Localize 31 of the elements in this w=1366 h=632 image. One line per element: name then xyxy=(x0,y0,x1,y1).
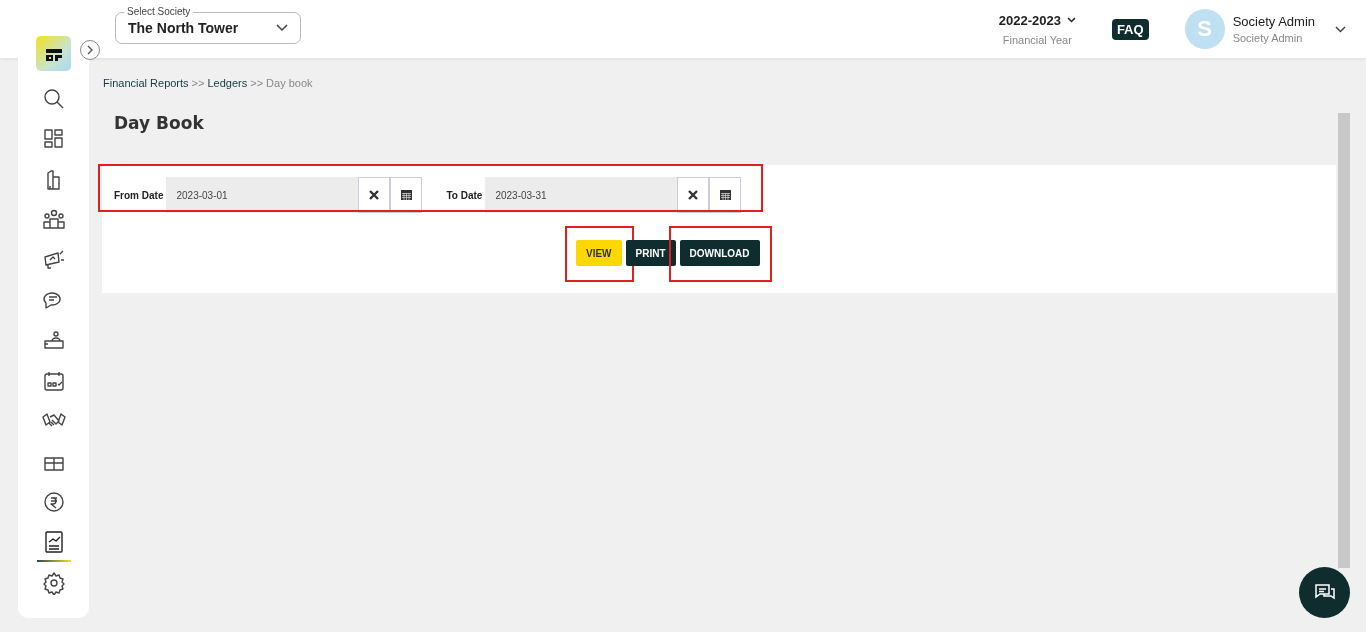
page-title: Day Book xyxy=(114,113,204,133)
calendar-icon[interactable] xyxy=(390,177,423,213)
date-field[interactable]: 2023-03-31 xyxy=(485,177,678,213)
breadcrumb-separator: >> xyxy=(250,77,264,89)
user-name: Society Admin xyxy=(1232,14,1315,29)
logo-icon[interactable] xyxy=(36,36,71,71)
breadcrumb-link[interactable]: Financial Reports xyxy=(103,77,189,89)
user-role: Society Admin xyxy=(1232,32,1304,44)
breadcrumb-separator: >> xyxy=(191,77,205,89)
faq-button[interactable]: FAQ xyxy=(1111,18,1149,40)
calendar-icon[interactable] xyxy=(709,177,742,213)
clear-icon[interactable] xyxy=(677,177,710,213)
field-label: To Date xyxy=(446,189,483,201)
breadcrumb-link[interactable]: Ledgers xyxy=(207,77,248,89)
field-label: Select Society xyxy=(124,5,194,17)
action-button[interactable]: PRINT xyxy=(625,240,676,266)
chevron-icon xyxy=(276,23,288,32)
year-dropdown[interactable]: 2022-2023 xyxy=(998,12,1076,28)
chevron-icon xyxy=(1066,17,1076,23)
expand-icon[interactable] xyxy=(80,40,100,60)
clear-icon[interactable] xyxy=(358,177,391,213)
action-button[interactable]: DOWNLOAD xyxy=(679,240,760,266)
year-caption: Financial Year xyxy=(1002,33,1072,46)
chat-button[interactable] xyxy=(1299,567,1350,618)
avatar: S xyxy=(1184,9,1225,49)
view-button[interactable]: VIEW xyxy=(576,240,622,266)
breadcrumb-current: Day book xyxy=(266,77,313,89)
scrollbar[interactable] xyxy=(1338,113,1350,568)
field-label: From Date xyxy=(114,189,164,201)
date-field[interactable]: 2023-03-01 xyxy=(166,177,359,213)
chevron-icon[interactable] xyxy=(1335,25,1346,33)
